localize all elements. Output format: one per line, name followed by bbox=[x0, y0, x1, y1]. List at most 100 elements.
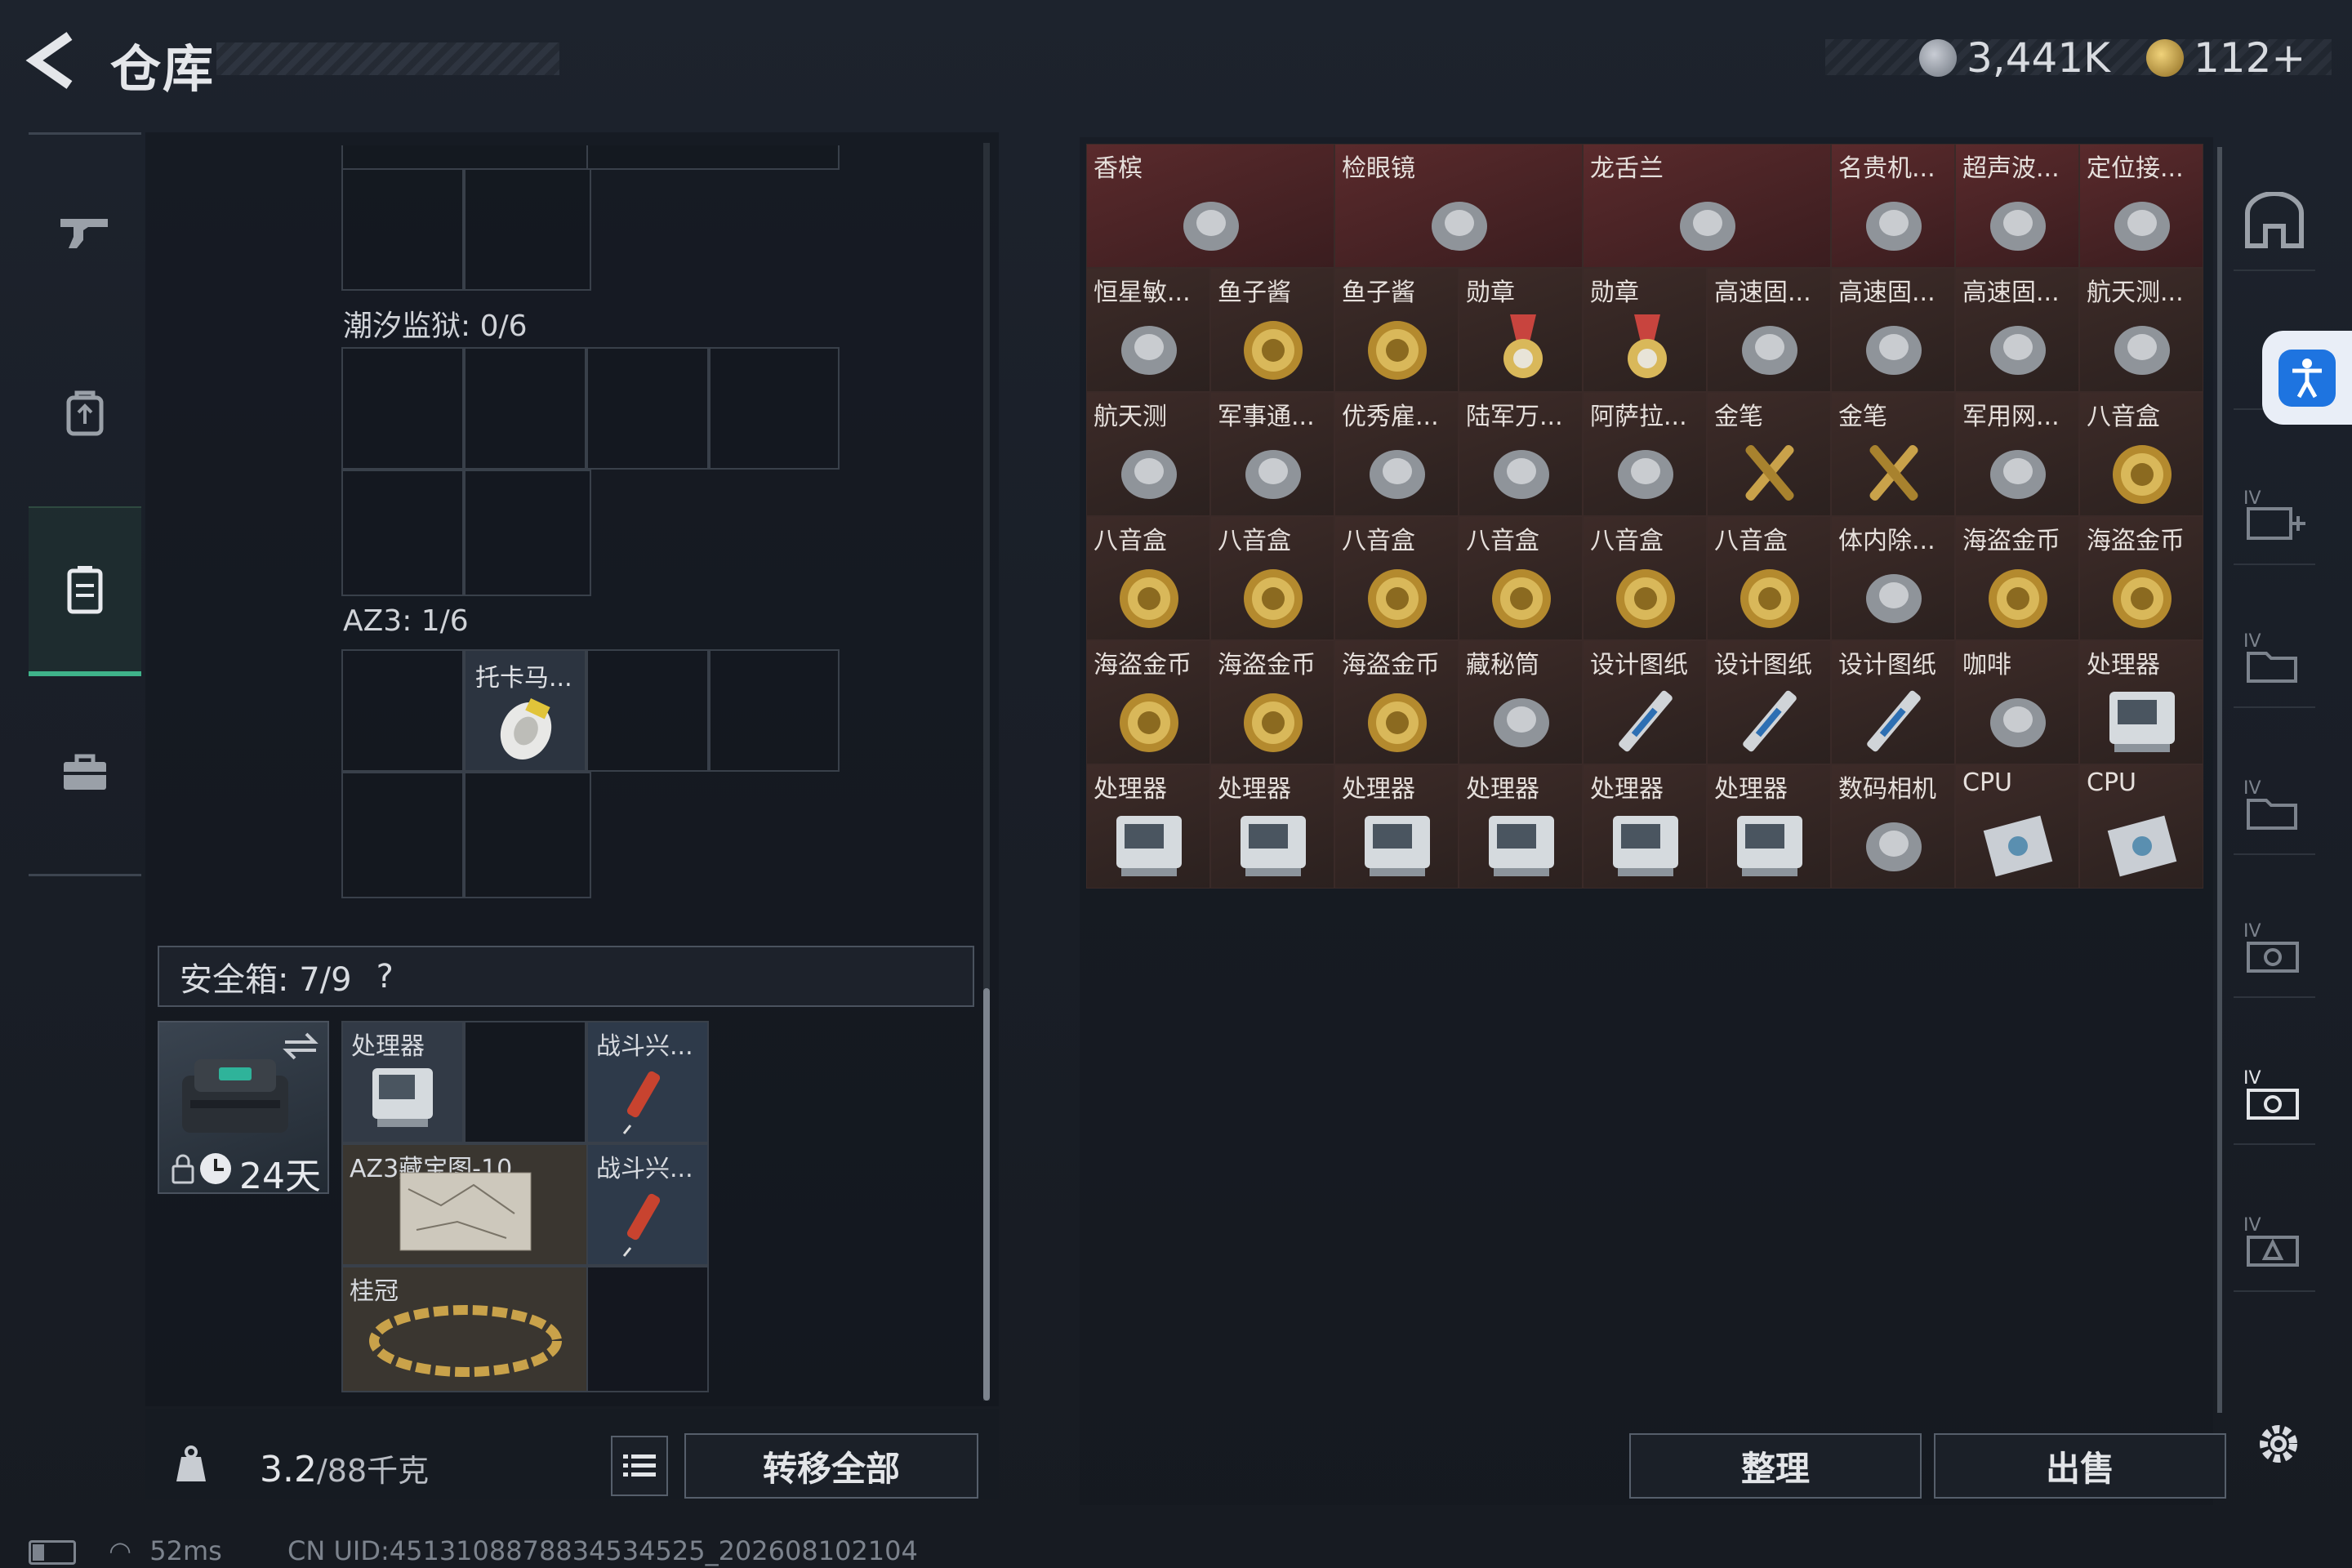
back-button[interactable] bbox=[24, 31, 82, 90]
stash-item[interactable]: 设计图纸 bbox=[1707, 640, 1831, 764]
stash-item[interactable]: 八音盒 bbox=[1086, 516, 1210, 640]
grid-cell[interactable] bbox=[709, 649, 840, 772]
nav-weapon[interactable] bbox=[29, 151, 141, 314]
grid-cell[interactable] bbox=[709, 347, 840, 470]
stash-scrollbar[interactable] bbox=[2217, 147, 2222, 1413]
tab-IV-3[interactable]: IV bbox=[2234, 898, 2315, 998]
settings-button[interactable] bbox=[2246, 1411, 2311, 1477]
stash-item[interactable]: 香槟 bbox=[1086, 144, 1334, 268]
safebox-slot[interactable]: 24天 bbox=[158, 1021, 329, 1197]
tab-IV-1[interactable]: IV bbox=[2234, 608, 2315, 708]
stash-item[interactable]: 八音盒 bbox=[1334, 516, 1459, 640]
nav-vest[interactable] bbox=[29, 506, 141, 676]
stash-item[interactable]: 数码相机 bbox=[1831, 764, 1955, 889]
list-view-button[interactable] bbox=[611, 1436, 668, 1496]
tab-IV-5[interactable]: IV bbox=[2234, 1192, 2315, 1292]
grid-cell[interactable] bbox=[464, 470, 591, 596]
stash-item[interactable]: 海盗金币 bbox=[1086, 640, 1210, 764]
stash-item[interactable]: 高速固... bbox=[1955, 268, 2079, 392]
stash-item[interactable]: 航天测 bbox=[1086, 392, 1210, 516]
grid-cell[interactable] bbox=[341, 347, 464, 470]
swap-icon[interactable] bbox=[282, 1031, 319, 1062]
stash-item[interactable]: 勋章 bbox=[1459, 268, 1583, 392]
grid-cell[interactable] bbox=[586, 649, 709, 772]
stash-item[interactable]: 八音盒 bbox=[2079, 392, 2203, 516]
stash-item[interactable]: 超声波... bbox=[1955, 144, 2079, 268]
item-processor[interactable]: 处理器 bbox=[341, 1021, 464, 1143]
tab-add[interactable]: IV bbox=[2234, 466, 2315, 565]
stash-item[interactable]: 处理器 bbox=[1583, 764, 1707, 889]
stash-item[interactable]: 处理器 bbox=[1210, 764, 1334, 889]
stash-item[interactable]: 海盗金币 bbox=[1210, 640, 1334, 764]
stash-item[interactable]: CPU bbox=[1955, 764, 2079, 889]
item-tokamak[interactable]: 托卡马... bbox=[464, 649, 586, 772]
stash-item[interactable]: 航天测... bbox=[2079, 268, 2203, 392]
stash-item[interactable]: 八音盒 bbox=[1583, 516, 1707, 640]
stash-item[interactable]: 军事通... bbox=[1210, 392, 1334, 516]
item-az3-map[interactable]: AZ3藏宝图-10 bbox=[341, 1143, 588, 1266]
stash-item[interactable]: 处理器 bbox=[1086, 764, 1210, 889]
grid-cell[interactable] bbox=[341, 649, 464, 772]
stash-item[interactable]: 勋章 bbox=[1583, 268, 1707, 392]
stash-item[interactable]: 龙舌兰 bbox=[1583, 144, 1831, 268]
stash-item[interactable]: 处理器 bbox=[1334, 764, 1459, 889]
stash-item[interactable]: 优秀雇... bbox=[1334, 392, 1459, 516]
stash-item[interactable]: 阿萨拉... bbox=[1583, 392, 1707, 516]
grid-cell[interactable] bbox=[586, 1266, 709, 1392]
sell-button[interactable]: 出售 bbox=[1934, 1433, 2226, 1499]
stash-item[interactable]: 高速固... bbox=[1831, 268, 1955, 392]
stash-item[interactable]: 鱼子酱 bbox=[1210, 268, 1334, 392]
stash-item[interactable]: 八音盒 bbox=[1707, 516, 1831, 640]
grid-cell[interactable] bbox=[464, 347, 586, 470]
item-icon bbox=[1477, 558, 1566, 635]
sort-button[interactable]: 整理 bbox=[1629, 1433, 1922, 1499]
stash-item[interactable]: 八音盒 bbox=[1210, 516, 1334, 640]
stash-item[interactable]: 海盗金币 bbox=[1955, 516, 2079, 640]
item-laurel[interactable]: 桂冠 bbox=[341, 1266, 588, 1392]
stash-item[interactable]: 八音盒 bbox=[1459, 516, 1583, 640]
stash-item[interactable]: 高速固... bbox=[1707, 268, 1831, 392]
grid-cell[interactable] bbox=[341, 145, 588, 170]
stash-item[interactable]: 陆军万... bbox=[1459, 392, 1583, 516]
stash-item[interactable]: 体内除... bbox=[1831, 516, 1955, 640]
stash-item[interactable]: 鱼子酱 bbox=[1334, 268, 1459, 392]
stash-item[interactable]: 设计图纸 bbox=[1583, 640, 1707, 764]
stash-item[interactable]: 处理器 bbox=[2079, 640, 2203, 764]
grid-cell[interactable] bbox=[341, 470, 464, 596]
stash-item[interactable]: 咖啡 bbox=[1955, 640, 2079, 764]
stash-item[interactable]: 设计图纸 bbox=[1831, 640, 1955, 764]
stash-item[interactable]: 金笔 bbox=[1831, 392, 1955, 516]
grid-cell[interactable] bbox=[586, 347, 709, 470]
scrollbar-thumb[interactable] bbox=[983, 988, 990, 1401]
stash-item[interactable]: 处理器 bbox=[1707, 764, 1831, 889]
grid-cell[interactable] bbox=[586, 145, 840, 170]
stash-item[interactable]: 金笔 bbox=[1707, 392, 1831, 516]
stash-item[interactable]: 定位接... bbox=[2079, 144, 2203, 268]
nav-backpack[interactable] bbox=[29, 331, 141, 494]
stash-item[interactable]: 海盗金币 bbox=[2079, 516, 2203, 640]
item-stimulant[interactable]: 战斗兴... bbox=[586, 1143, 709, 1266]
currency-tokens[interactable]: 112+ bbox=[2146, 34, 2305, 82]
tab-IV-4[interactable]: IV bbox=[2234, 1045, 2315, 1145]
grid-cell[interactable] bbox=[341, 168, 464, 291]
help-icon[interactable]: ? bbox=[376, 958, 394, 996]
accessibility-button[interactable] bbox=[2262, 331, 2352, 425]
stash-item[interactable]: 藏秘筒 bbox=[1459, 640, 1583, 764]
grid-cell[interactable] bbox=[464, 772, 591, 898]
stash-item[interactable]: 海盗金币 bbox=[1334, 640, 1459, 764]
stash-item[interactable]: 处理器 bbox=[1459, 764, 1583, 889]
grid-cell[interactable] bbox=[464, 1021, 586, 1143]
item-stimulant[interactable]: 战斗兴... bbox=[586, 1021, 709, 1143]
stash-item[interactable]: CPU bbox=[2079, 764, 2203, 889]
tab-IV-2[interactable]: IV bbox=[2234, 755, 2315, 855]
tab-all[interactable] bbox=[2234, 172, 2315, 271]
transfer-all-button[interactable]: 转移全部 bbox=[684, 1433, 978, 1499]
grid-cell[interactable] bbox=[464, 168, 591, 291]
stash-item-name: 咖啡 bbox=[1962, 651, 2011, 679]
stash-item[interactable]: 军用网... bbox=[1955, 392, 2079, 516]
stash-item[interactable]: 检眼镜 bbox=[1334, 144, 1583, 268]
stash-item[interactable]: 恒星敏... bbox=[1086, 268, 1210, 392]
grid-cell[interactable] bbox=[341, 772, 464, 898]
stash-item[interactable]: 名贵机... bbox=[1831, 144, 1955, 268]
nav-case[interactable] bbox=[29, 690, 141, 853]
